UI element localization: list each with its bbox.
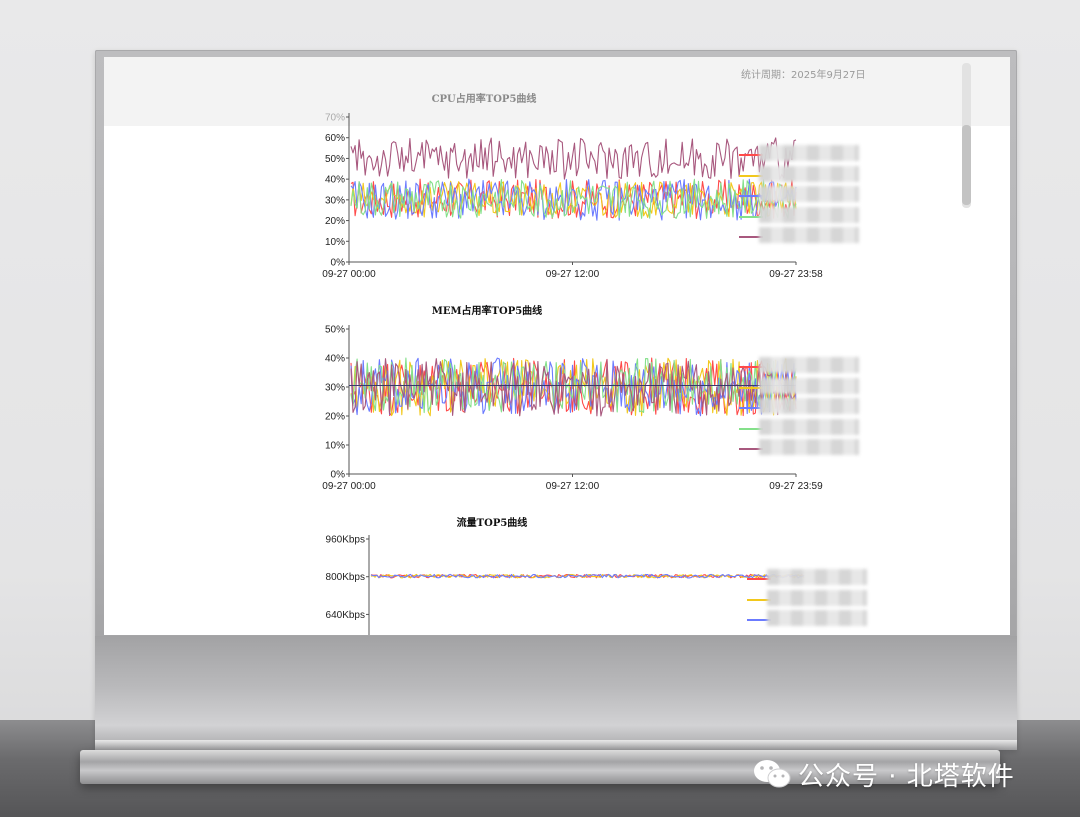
y-tick-label: 0% [331, 470, 346, 481]
traffic-chart-title: 流量TOP5曲线 [456, 518, 528, 529]
mem-chart-title: MEM占用率TOP5曲线 [431, 306, 543, 317]
x-tick-label: 09-27 12:00 [546, 481, 600, 492]
legend-item [739, 439, 869, 455]
report-screen: 统计周期：2025年9月27日 CPU占用率TOP5曲线 0% 10% 20% 30%… [104, 57, 1010, 635]
watermark-text: 公众号 · 北塔软件 [798, 761, 1015, 792]
y-tick-label: 50% [325, 154, 345, 165]
legend-item [739, 206, 869, 223]
traffic-top5-chart: 480Kbps640Kbps800Kbps960Kbps [326, 535, 805, 635]
y-tick-label: 30% [325, 383, 345, 394]
x-tick-label: 09-27 12:00 [546, 269, 600, 280]
legend-item [739, 145, 869, 161]
watermark: 公众号 · 北塔软件 [752, 754, 1015, 794]
legend-label-redacted [759, 418, 859, 435]
x-tick-label: 09-27 23:59 [769, 481, 823, 492]
y-tick-label: 20% [325, 216, 345, 227]
legend-item [747, 569, 877, 585]
legend-label-redacted [759, 145, 859, 161]
y-tick-label: 640Kbps [326, 610, 365, 621]
legend-label-redacted [767, 589, 867, 606]
wechat-icon [752, 757, 792, 791]
legend-label-redacted [759, 227, 859, 243]
legend-item [747, 610, 877, 626]
legend-label-redacted [767, 610, 867, 626]
legend-item [739, 186, 869, 202]
y-tick-label: 60% [325, 133, 345, 144]
y-tick-label: 800Kbps [326, 572, 365, 583]
legend-label-redacted [759, 206, 859, 223]
display-kiosk-base [95, 636, 1017, 748]
cpu-top5-chart: 0% 10% 20% 30% 40% 50% 60% 70% 09-27 00:00 09-27 … [322, 113, 823, 281]
legend-item [739, 227, 869, 243]
legend-label-redacted [759, 377, 859, 394]
legend-label-redacted [759, 165, 859, 182]
y-tick-label: 50% [325, 325, 345, 336]
y-tick-label: 20% [325, 412, 345, 423]
report-period: 统计周期：2025年9月27日 [741, 70, 866, 81]
legend-label-redacted [759, 398, 859, 414]
legend-item [747, 589, 877, 606]
x-tick-label: 09-27 00:00 [322, 269, 376, 280]
display-kiosk-trim [95, 740, 1017, 750]
legend-label-redacted [759, 439, 859, 455]
legend-item [739, 377, 869, 394]
y-tick-label: 10% [325, 237, 345, 248]
legend-label-redacted [759, 186, 859, 202]
y-tick-label: 0% [331, 258, 346, 269]
legend-item [739, 418, 869, 435]
cpu-chart-title: CPU占用率TOP5曲线 [431, 94, 537, 105]
series-line-4 [350, 137, 797, 180]
y-tick-label: 960Kbps [326, 535, 365, 546]
legend-item [739, 357, 869, 373]
y-tick-label: 10% [325, 441, 345, 452]
legend-item [739, 398, 869, 414]
legend-label-redacted [767, 569, 867, 585]
legend-item [739, 165, 869, 182]
x-tick-label: 09-27 00:00 [322, 481, 376, 492]
y-tick-label: 70% [325, 113, 345, 124]
y-tick-label: 40% [325, 354, 345, 365]
y-tick-label: 30% [325, 195, 345, 206]
scrollbar-thumb[interactable] [962, 125, 971, 205]
y-tick-label: 40% [325, 175, 345, 186]
mem-top5-chart: 0% 10% 20% 30% 40% 50% 09-27 00:00 09-27 12:00 0… [322, 325, 823, 493]
legend-label-redacted [759, 357, 859, 373]
x-tick-label: 09-27 23:58 [769, 269, 823, 280]
